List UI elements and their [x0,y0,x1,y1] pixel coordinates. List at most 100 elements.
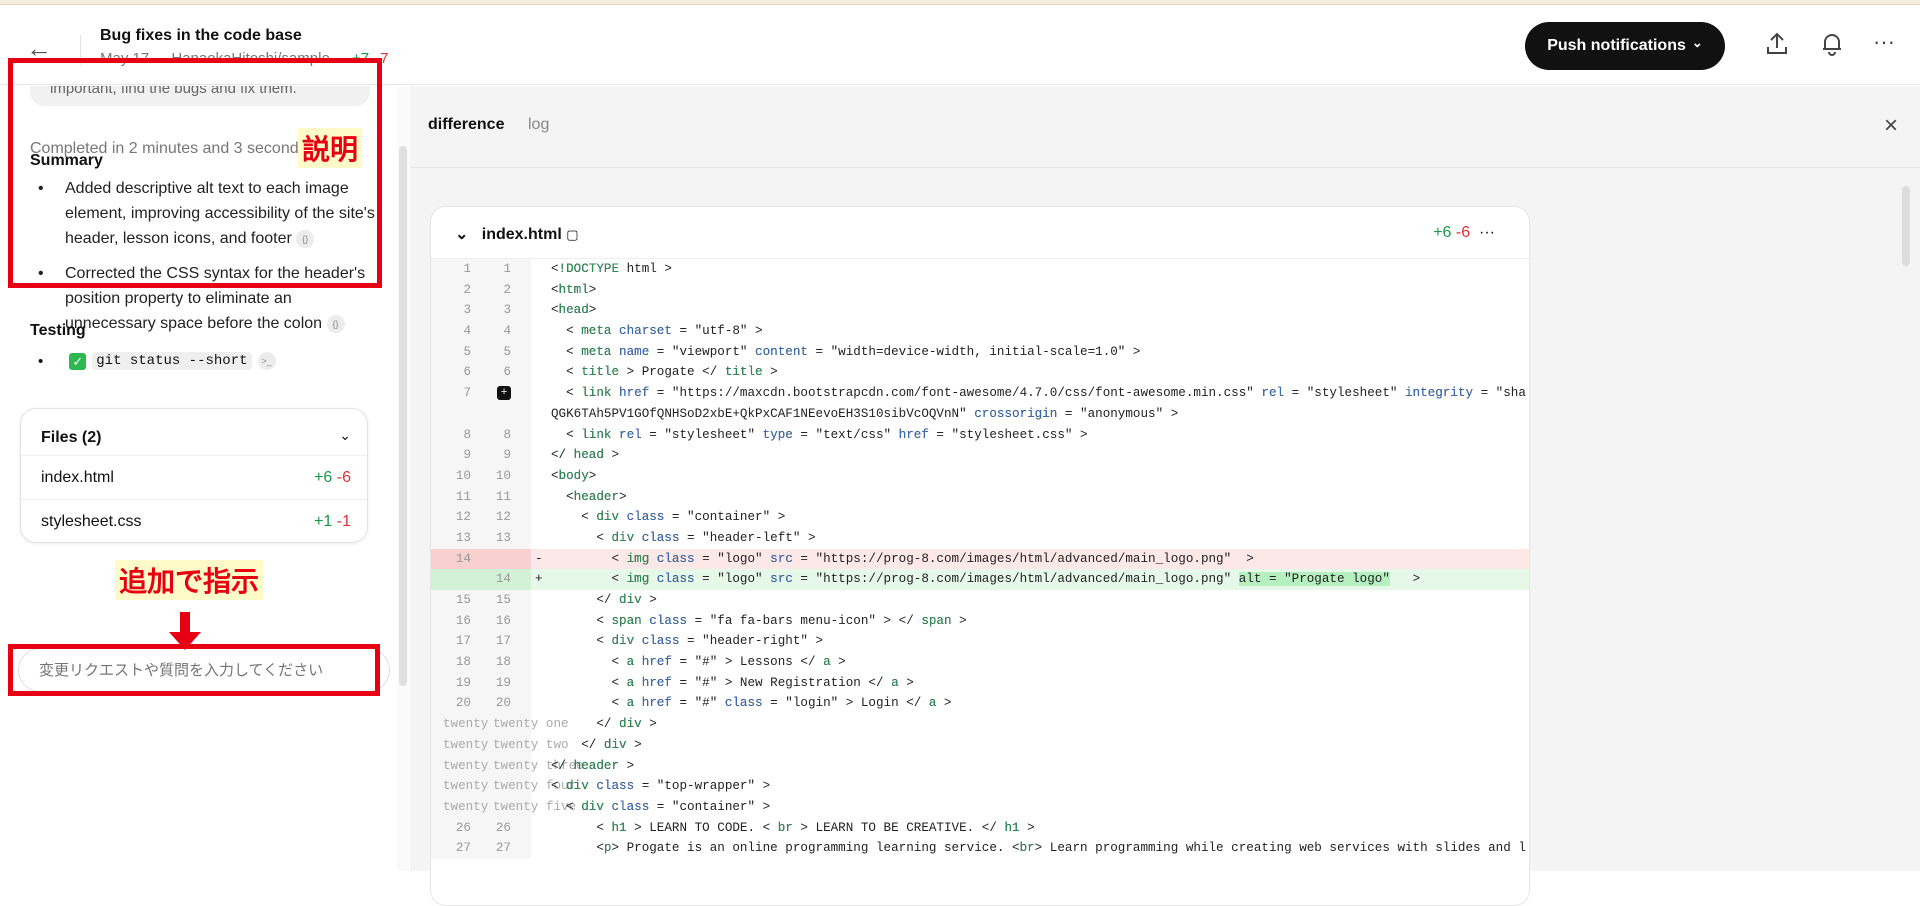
old-line-number: 10 [455,468,471,483]
code-text: QGK6TAh5PV1GOfQNHSoD2xbE+QkPxCAF1NEevoEH… [551,404,1526,425]
new-line-number: twenty five [493,799,577,814]
add-comment-icon[interactable]: + [497,386,511,401]
files-card: Files (2) ⌄ index.html +6 -6 stylesheet.c… [20,408,368,543]
prompt-bubble: important, find the bugs and fix them. [30,86,370,106]
old-line-number: 6 [463,365,471,380]
diff-line: 6 6 < title > Progate </ title > < title … [431,362,1529,384]
task-date: May 17 [100,50,150,67]
diff-line: 27 27 <p> Progate is an online programmin… [431,838,1529,859]
code-line-text: < h1 > LEARN TO CODE. < br > LEARN TO BE… [551,820,1035,835]
new-line-number: 16 [495,613,511,628]
diff-line: 3 3 <head><head> [431,300,1529,322]
diff-line: twenty twenty five < div class = "contain… [431,796,1529,818]
code-line-tail: > [1389,572,1421,587]
message-input[interactable] [18,648,390,692]
code-text: < a href = "#" class = "login" > Login <… [551,693,1526,714]
old-line-number: 16 [455,613,471,628]
file-diff-header[interactable]: ⌄ index.html ▢ +6 -6 ··· [431,207,1529,259]
back-button[interactable]: ← [26,33,52,64]
code-line-text: < img class = "logo" src = "https://prog… [551,572,1239,587]
diff-line: 11 11 <header> <header> [431,486,1529,508]
new-line-number: 17 [495,634,511,649]
repo-link[interactable]: HanaokaHitoshi/sample [171,50,329,67]
new-line-number: 5 [503,344,511,359]
copy-icon[interactable]: ▢ [566,227,578,242]
new-line-number: 3 [503,303,511,318]
diff-line: 15 15 </ div > </ div > [431,590,1529,611]
code-line-text: < link href = "https://maxcdn.bootstrapc… [551,386,1526,401]
left-scrollbar[interactable] [397,86,409,871]
old-line-number: twenty [443,779,489,794]
code-text: < div class = "container" > < div class … [551,507,1526,528]
code-text: </ div > </ div > [551,590,1526,611]
testing-heading: Testing [30,322,86,339]
diff-line: 7 + < link href = "https://maxcdn.bootstr… [431,383,1529,404]
test-command: git status --short [92,352,252,370]
diff-line: twenty twenty one </ div > </ div > [431,714,1529,735]
new-line-number: 9 [503,448,511,463]
code-text: < meta name = "viewport" content = "widt… [551,342,1526,363]
diff-scrollbar[interactable] [1900,166,1912,866]
old-line-number: 1 [463,262,471,276]
code-line-text: < div class = "top-wrapper" > [551,779,771,794]
old-line-number: 4 [463,324,471,339]
diff-line: 14 - < img class = "logo" src = "https://… [431,548,1529,570]
code-text: < img class = "logo" src = "https://prog… [551,549,1526,570]
old-line-number: 11 [455,489,471,504]
old-line-number: 19 [455,675,471,690]
code-line-text: <header> [551,489,627,504]
diff-line: twenty twenty two </ div > </ div > [431,734,1529,756]
annotation-label-explanation: 説明 [298,128,363,168]
old-line-number: 15 [455,593,471,607]
chevron-down-icon[interactable]: ⌄ [339,427,351,444]
terminal-icon[interactable]: >_ [257,352,276,370]
new-line-number: 18 [495,655,511,670]
close-icon[interactable]: × [1884,112,1898,140]
old-line-number: 17 [455,634,471,649]
more-icon[interactable]: ··· [1873,29,1895,55]
file-row-stylesheet[interactable]: stylesheet.css +1 -1 [21,499,367,543]
diff-line: 18 18 < a href = "#" > Lessons </ a > < a… [431,652,1529,673]
code-line-text: </ div > [551,717,657,732]
diff-line: 2 2 <html><html> [431,279,1529,301]
code-line-text: <body> [551,468,597,483]
citation-icon[interactable]: {} [296,229,315,248]
new-line-number: 1 [503,262,511,276]
bell-icon[interactable] [1820,31,1844,63]
annotation-label-instruct: 追加で指示 [115,560,264,600]
code-line-text: < img class = "logo" src = "https://prog… [551,551,1254,566]
code-text: </ header ></ header > [551,756,1526,777]
code-line-text: < div class = "container" > [551,510,786,525]
code-line-text: <p> Progate is an online programming lea… [551,841,1526,856]
diff-line: 5 5 < meta name = "viewport" content = "w… [431,341,1529,363]
more-icon[interactable]: ··· [1479,224,1495,241]
new-line-number: 20 [495,696,511,711]
diff-line: 8 8 < link rel = "stylesheet" type = "tex… [431,424,1529,446]
citation-icon[interactable]: {} [326,314,345,333]
old-line-number: twenty [443,717,489,732]
push-notifications-button[interactable]: Push notifications ⌄ [1525,22,1725,70]
code-text: < title > Progate </ title > < title > P… [551,362,1526,383]
tab-difference[interactable]: difference [428,116,504,134]
code-text: <head><head> [551,300,1526,321]
file-row-index[interactable]: index.html +6 -6 [21,455,367,499]
tab-log[interactable]: log [528,116,549,134]
old-line-number: 3 [463,303,471,318]
code-line-text: < div class = "header-right" > [551,634,824,649]
code-text: < link href = "https://maxcdn.bootstrapc… [551,383,1526,404]
diff-line: 1 1 <!DOCTYPE html ><!DOCTYPE html > [431,259,1529,280]
deletions-count: -7 [375,50,389,67]
old-line-number: twenty [443,737,489,752]
added-highlight: alt = "Progate logo" [1238,572,1390,587]
code-text: < div class = "header-left" > < div clas… [551,528,1526,549]
file-additions: +6 [1433,224,1452,241]
new-line-number: 11 [495,489,511,504]
code-text: < div class = "top-wrapper" >< div class… [551,776,1526,797]
code-text: < a href = "#" > New Registration </ a >… [551,673,1526,694]
new-line-number: 6 [503,365,511,380]
diff-line: 12 12 < div class = "container" > < div c… [431,507,1529,528]
old-line-number: 7 [463,386,471,401]
task-panel: important, find the bugs and fix them. C… [0,86,396,871]
share-icon[interactable] [1765,31,1789,63]
code-line-text: < span class = "fa fa-bars menu-icon" > … [551,613,967,628]
